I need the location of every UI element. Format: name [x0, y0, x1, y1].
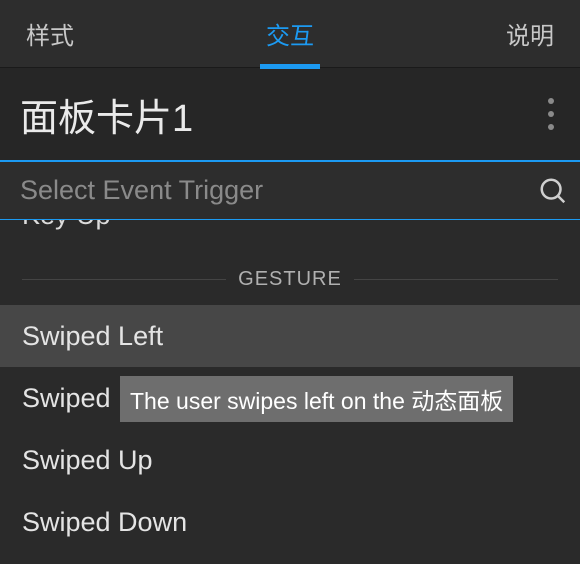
list-item-swipe-down[interactable]: Swiped Down: [0, 491, 580, 553]
panel-title: 面板卡片1: [20, 87, 193, 142]
panel-title-row: 面板卡片1: [0, 68, 580, 162]
event-search-input[interactable]: [20, 175, 538, 206]
list-item[interactable]: Key Up: [0, 220, 580, 232]
section-header-gesture: GESTURE: [0, 268, 580, 291]
event-search-row: [0, 162, 580, 220]
list-item-swipe-left[interactable]: Swiped Left: [0, 305, 580, 367]
tab-style[interactable]: 样式: [20, 0, 80, 69]
event-list[interactable]: Key Up GESTURE Swiped Left Swiped Right …: [0, 220, 580, 564]
search-icon[interactable]: [538, 176, 568, 206]
top-tabbar: 样式 交互 说明: [0, 0, 580, 68]
tab-notes[interactable]: 说明: [500, 0, 560, 69]
more-icon[interactable]: [542, 92, 560, 136]
section-label: GESTURE: [238, 268, 342, 291]
tab-interaction[interactable]: 交互: [260, 0, 320, 69]
list-item-swipe-right[interactable]: Swiped Right: [0, 367, 580, 429]
list-item-swipe-up[interactable]: Swiped Up: [0, 429, 580, 491]
